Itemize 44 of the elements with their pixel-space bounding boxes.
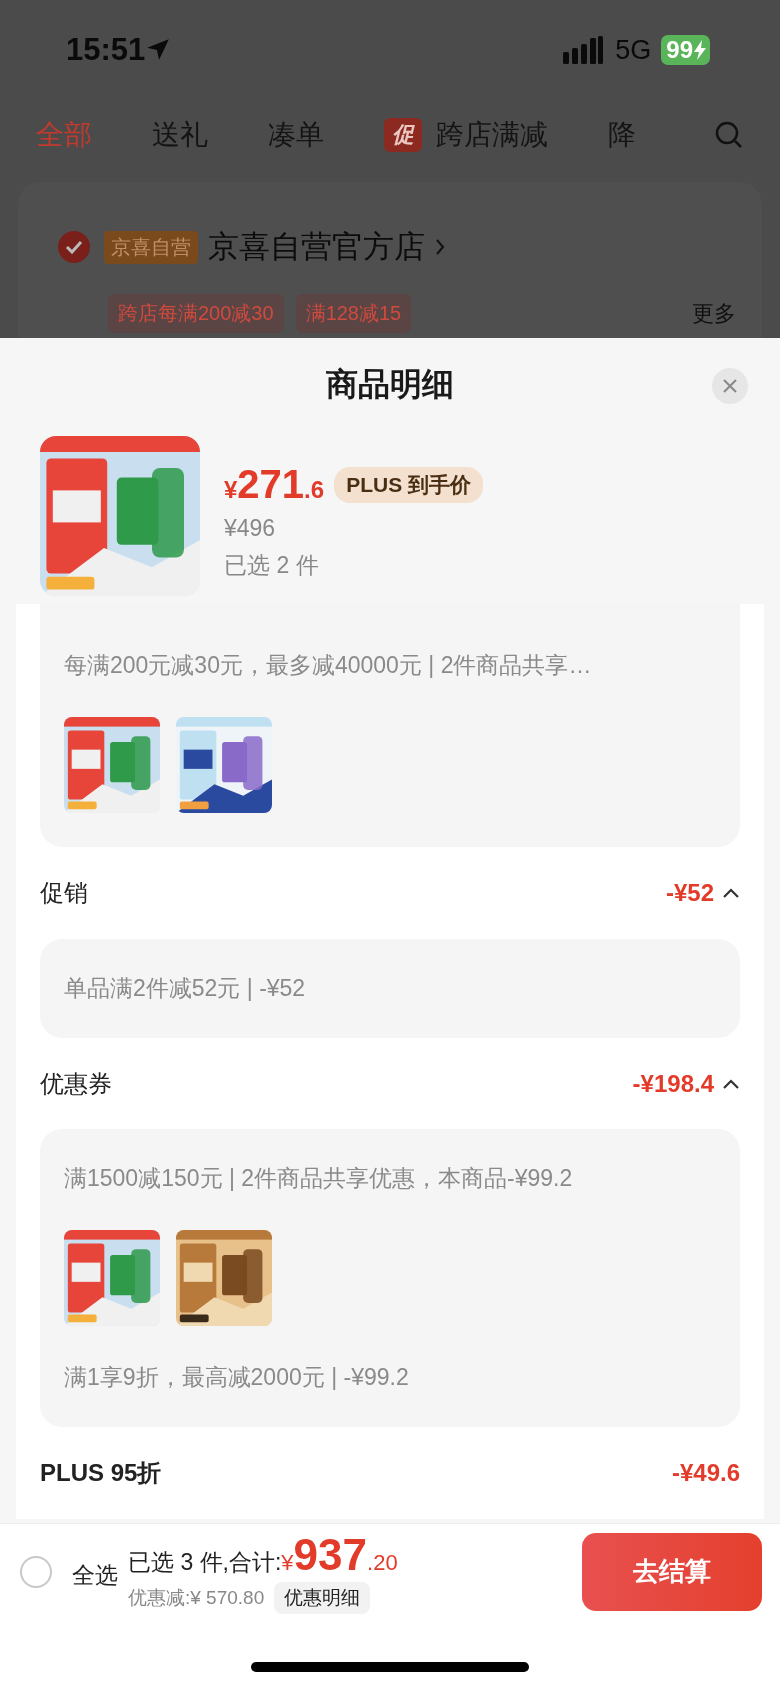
discount-amount: -¥52 <box>665 878 714 907</box>
order-total: 已选 3 件,合计:¥937.20 <box>128 1529 398 1580</box>
discount-rule: 满1500减150元 | 2件商品共享优惠，本商品-¥99.2 <box>64 1164 574 1194</box>
discount-rule: 每满200元减30元，最多减40000元 | 2件商品共享… <box>64 651 593 680</box>
discount-amount: -¥49.6 <box>671 1459 740 1488</box>
section-title: 优惠券 <box>40 1068 112 1099</box>
discount-amount: -¥198.4 <box>632 1069 714 1098</box>
signal-icon <box>563 36 604 64</box>
sheet-title: 商品明细 <box>326 365 454 404</box>
category-tab[interactable]: 全部 <box>36 116 92 154</box>
promo-chip[interactable]: 跨店每满200减30 <box>108 294 284 333</box>
select-all-label[interactable]: 全选 <box>72 1552 118 1591</box>
close-button[interactable] <box>712 368 748 404</box>
category-tab[interactable]: 跨店满减 <box>436 116 548 154</box>
discount-rule: 满1享9折，最高减2000元 | -¥99.2 <box>64 1363 410 1393</box>
more-link[interactable]: 更多 <box>692 298 736 329</box>
checkout-button[interactable]: 去结算 <box>582 1532 762 1611</box>
chevron-right-icon <box>435 238 445 256</box>
search-icon[interactable] <box>714 120 744 150</box>
select-all-checkbox[interactable] <box>20 1555 52 1588</box>
original-price: ¥496 <box>224 515 277 542</box>
bolt-icon <box>694 40 706 60</box>
selected-count: 已选 2 件 <box>224 551 320 580</box>
discount-total: 优惠减:¥ 570.80 <box>128 1585 265 1610</box>
category-tab[interactable]: 降 <box>608 116 636 154</box>
battery-indicator: 99 <box>661 35 710 65</box>
price-badge: PLUS 到手价 <box>334 466 483 503</box>
section-title: 促销 <box>40 877 88 908</box>
network-label: 5G <box>615 34 652 66</box>
store-name[interactable]: 京喜自营官方店 <box>208 226 425 268</box>
promo-badge: 促 <box>384 118 422 152</box>
chevron-up-icon[interactable] <box>722 886 740 899</box>
discount-detail-button[interactable]: 优惠明细 <box>274 1581 371 1614</box>
discount-rule: 单品满2件减52元 | -¥52 <box>64 973 307 1003</box>
promo-chip[interactable]: 满128减15 <box>295 294 412 333</box>
section-title: PLUS 95折 <box>40 1458 162 1489</box>
store-checkbox[interactable] <box>58 231 90 263</box>
price: ¥271.6 <box>224 462 326 507</box>
close-icon <box>722 378 738 394</box>
category-tab[interactable]: 送礼 <box>152 116 208 154</box>
chevron-up-icon[interactable] <box>722 1077 740 1090</box>
check-icon <box>65 240 83 254</box>
store-tag: 京喜自营 <box>104 230 198 264</box>
clock: 15:51 <box>66 32 146 68</box>
